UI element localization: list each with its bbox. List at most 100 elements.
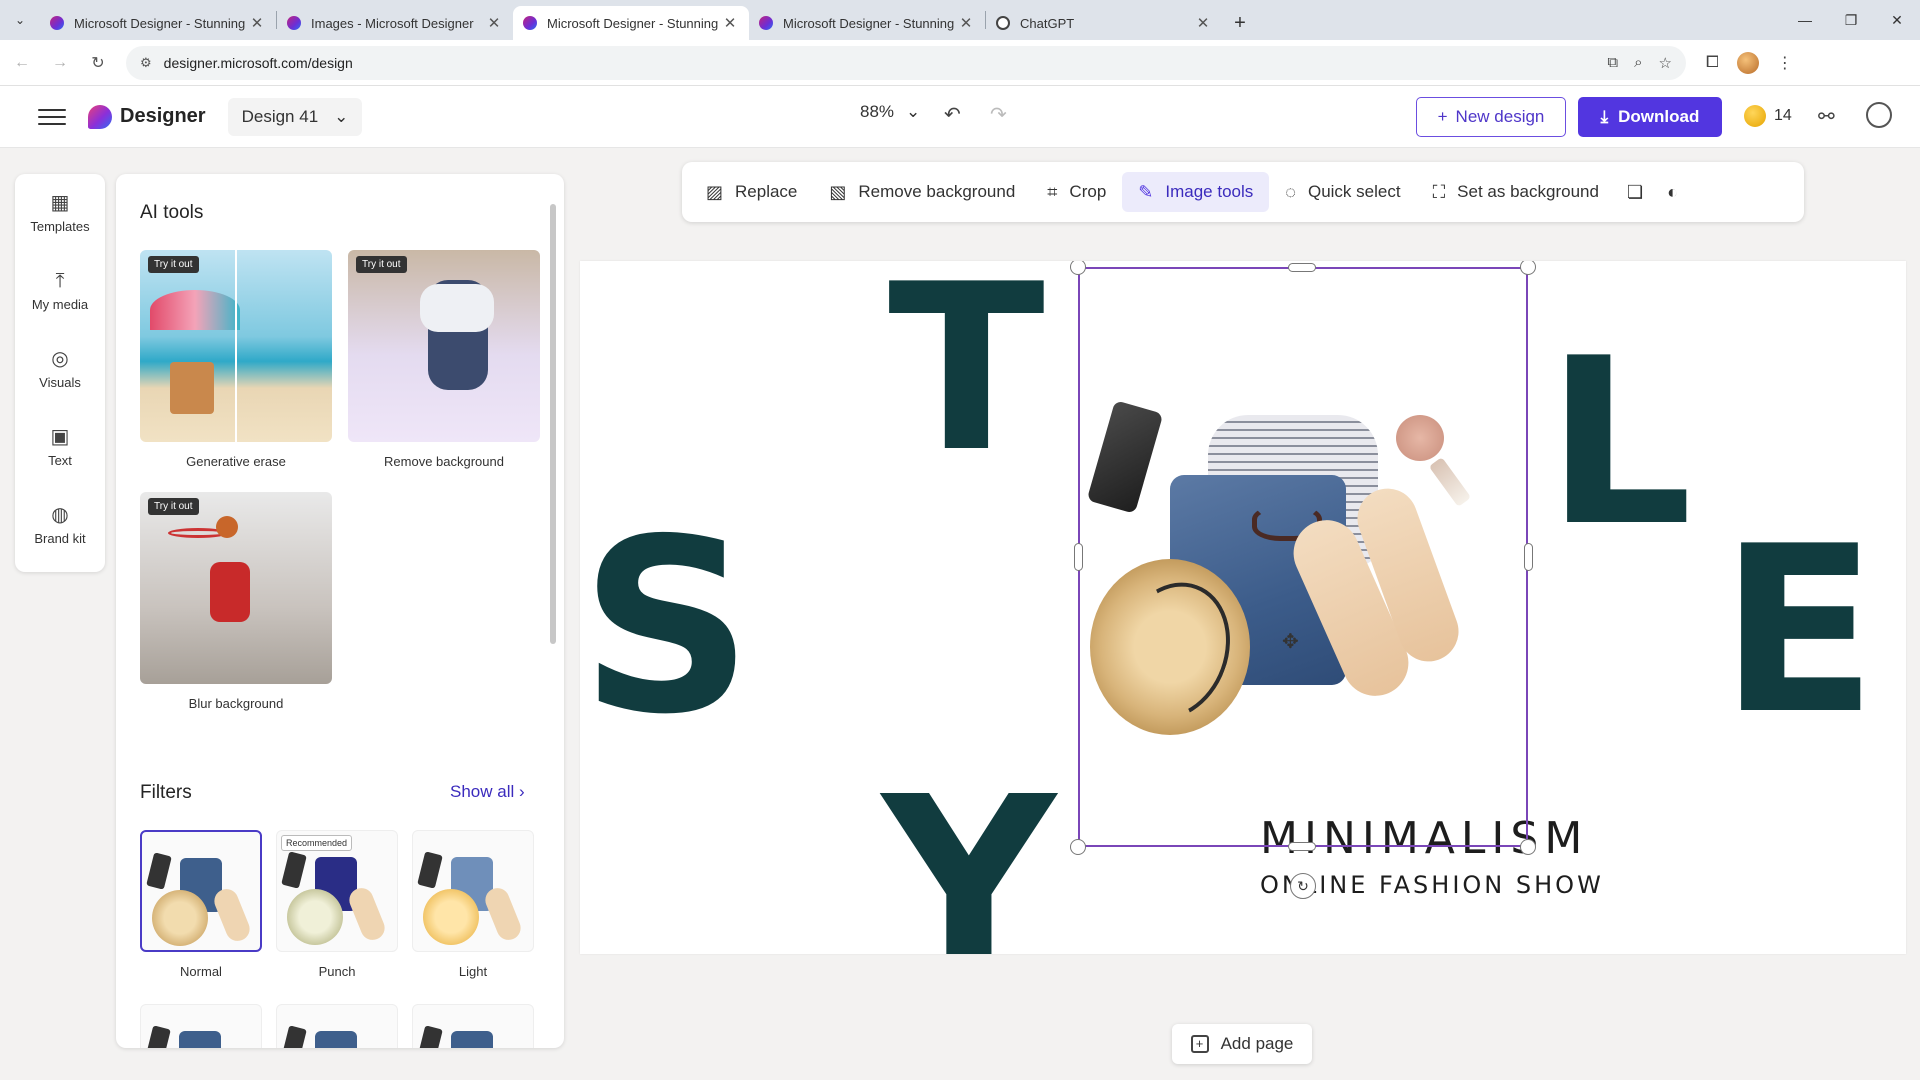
browser-tab-4[interactable]: Microsoft Designer - Stunning ✕ xyxy=(749,6,985,40)
account-icon[interactable] xyxy=(1866,102,1892,128)
filter-light[interactable]: Light xyxy=(412,830,534,979)
visuals-icon: ◎ xyxy=(51,347,69,370)
letter-e[interactable]: E xyxy=(1720,517,1877,747)
redo-icon[interactable]: ↷ xyxy=(990,102,1007,127)
profile-avatar[interactable] xyxy=(1736,51,1759,74)
bookmark-star-icon[interactable]: ☆ xyxy=(1659,54,1672,72)
layers-button[interactable]: ❏ xyxy=(1615,172,1655,212)
tab-title: Microsoft Designer - Stunning xyxy=(547,15,719,31)
browser-tab-5[interactable]: ChatGPT ✕ xyxy=(986,6,1222,40)
remove-background-icon: ▧ xyxy=(829,181,847,202)
letter-l[interactable]: L xyxy=(1546,329,1693,559)
rail-item-my-media[interactable]: ⤒ My media xyxy=(15,252,105,330)
tool-generative-erase[interactable]: Try it out Generative erase xyxy=(140,250,332,469)
filter-row-2-item-1[interactable] xyxy=(140,1004,262,1048)
crop-label: Crop xyxy=(1069,182,1107,201)
close-tab-icon[interactable]: ✕ xyxy=(957,14,975,32)
replace-button[interactable]: ▨ Replace xyxy=(690,172,813,212)
reload-icon[interactable]: ↻ xyxy=(82,47,114,79)
templates-icon: ▦ xyxy=(50,191,70,214)
browser-menu-icon[interactable]: ⋮ xyxy=(1777,53,1793,73)
filter-row-2-item-2[interactable] xyxy=(276,1004,398,1048)
resize-handle-top-right[interactable] xyxy=(1520,261,1536,275)
extensions-icon[interactable]: ⧠ xyxy=(1706,54,1719,72)
letter-y[interactable]: Y xyxy=(882,765,1056,954)
selection-box xyxy=(1078,267,1528,847)
site-info-icon[interactable]: ⚙ xyxy=(140,55,152,71)
palette-icon: ◍ xyxy=(51,503,69,526)
filter-row-2-item-3[interactable] xyxy=(412,1004,534,1048)
tool-blur-background[interactable]: Try it out Blur background xyxy=(140,492,332,711)
browser-tabstrip: ⌄ Microsoft Designer - Stunning ✕ Images… xyxy=(0,0,1920,40)
close-tab-icon[interactable]: ✕ xyxy=(721,14,739,32)
close-tab-icon[interactable]: ✕ xyxy=(1194,14,1212,32)
set-as-background-button[interactable]: ⛶ Set as background xyxy=(1417,172,1615,212)
rail-item-text[interactable]: ▣ Text xyxy=(15,408,105,486)
close-tab-icon[interactable]: ✕ xyxy=(248,14,266,32)
browser-toolbar: ← → ↻ ⚙ designer.microsoft.com/design ⧉ … xyxy=(0,40,1920,86)
design-canvas[interactable]: T S Y L E MINIMALISM ONLINE FASHION SHOW… xyxy=(580,261,1906,954)
tool-remove-background[interactable]: Try it out Remove background xyxy=(348,250,540,469)
add-page-button[interactable]: + Add page xyxy=(1172,1024,1312,1064)
minimize-icon[interactable]: — xyxy=(1782,0,1828,40)
filter-label: Punch xyxy=(318,964,356,979)
tab-search-button[interactable]: ⌄ xyxy=(0,0,40,40)
zoom-level: 88% xyxy=(860,102,895,121)
rotate-handle-icon[interactable]: ↻ xyxy=(1290,873,1316,899)
add-page-icon: + xyxy=(1190,1035,1209,1053)
show-all-link[interactable]: Show all › xyxy=(450,782,525,802)
back-arrow-icon[interactable]: ← xyxy=(6,47,38,79)
browser-tab-3[interactable]: Microsoft Designer - Stunning ✕ xyxy=(513,6,749,40)
design-name-dropdown[interactable]: Design 41 ⌄ xyxy=(227,97,363,136)
try-it-out-badge: Try it out xyxy=(148,256,199,273)
jeans-shape xyxy=(315,1031,357,1048)
download-button[interactable]: ⤓ Download xyxy=(1578,97,1722,137)
filter-label: Normal xyxy=(180,964,222,979)
left-rail: ▦ Templates ⤒ My media ◎ Visuals ▣ Text … xyxy=(15,174,105,572)
image-tools-button[interactable]: ✎ Image tools xyxy=(1122,172,1270,212)
zoom-dropdown[interactable]: 88% ⌄ xyxy=(860,102,920,122)
filter-normal[interactable]: Normal xyxy=(140,830,262,979)
resize-handle-left[interactable] xyxy=(1074,543,1083,571)
new-tab-button[interactable]: + xyxy=(1222,6,1258,40)
designer-favicon-icon xyxy=(759,16,773,30)
share-icon[interactable]: ⚯ xyxy=(1818,104,1835,129)
resize-handle-top[interactable] xyxy=(1288,263,1316,272)
browser-tab-1[interactable]: Microsoft Designer - Stunning ✕ xyxy=(40,6,276,40)
resize-handle-right[interactable] xyxy=(1524,543,1533,571)
boost-credits[interactable]: 14 xyxy=(1744,105,1792,127)
install-app-icon[interactable]: ⧉ xyxy=(1607,54,1618,72)
hamburger-menu-icon[interactable] xyxy=(38,108,66,125)
resize-handle-bottom[interactable] xyxy=(1288,842,1316,851)
undo-icon[interactable]: ↶ xyxy=(944,102,961,127)
letter-t[interactable]: T xyxy=(888,261,1045,485)
quick-select-button[interactable]: ◌ Quick select xyxy=(1269,172,1416,212)
chatgpt-favicon-icon xyxy=(996,16,1010,30)
new-design-button[interactable]: + New design xyxy=(1416,97,1566,137)
close-window-icon[interactable]: ✕ xyxy=(1874,0,1920,40)
panel-scrollbar[interactable] xyxy=(550,204,556,644)
address-bar[interactable]: ⚙ designer.microsoft.com/design ⧉ ⌕ ☆ xyxy=(126,45,1686,80)
set-as-background-icon: ⛶ xyxy=(1432,181,1446,202)
color-adjust-button[interactable]: ◐ xyxy=(1655,172,1690,212)
zoom-icon[interactable]: ⌕ xyxy=(1634,54,1642,72)
rail-item-templates[interactable]: ▦ Templates xyxy=(15,174,105,252)
resize-handle-bottom-left[interactable] xyxy=(1070,839,1086,855)
forward-arrow-icon[interactable]: → xyxy=(44,47,76,79)
rail-item-brand-kit[interactable]: ◍ Brand kit xyxy=(15,486,105,564)
browser-tab-2[interactable]: Images - Microsoft Designer ✕ xyxy=(277,6,513,40)
letter-s[interactable]: S xyxy=(580,507,753,747)
remove-background-button[interactable]: ▧ Remove background xyxy=(813,172,1031,212)
try-it-out-badge: Try it out xyxy=(356,256,407,273)
crop-button[interactable]: ⌗ Crop xyxy=(1031,172,1122,212)
filter-punch[interactable]: Recommended Punch xyxy=(276,830,398,979)
restore-icon[interactable]: ❐ xyxy=(1828,0,1874,40)
rail-label: Visuals xyxy=(39,374,81,390)
tab-title: Microsoft Designer - Stunning xyxy=(74,15,246,31)
filter-label: Light xyxy=(458,964,488,979)
rail-item-visuals[interactable]: ◎ Visuals xyxy=(15,330,105,408)
designer-favicon-icon xyxy=(523,16,537,30)
close-tab-icon[interactable]: ✕ xyxy=(485,14,503,32)
resize-handle-bottom-right[interactable] xyxy=(1520,839,1536,855)
phone-shape xyxy=(417,851,443,889)
